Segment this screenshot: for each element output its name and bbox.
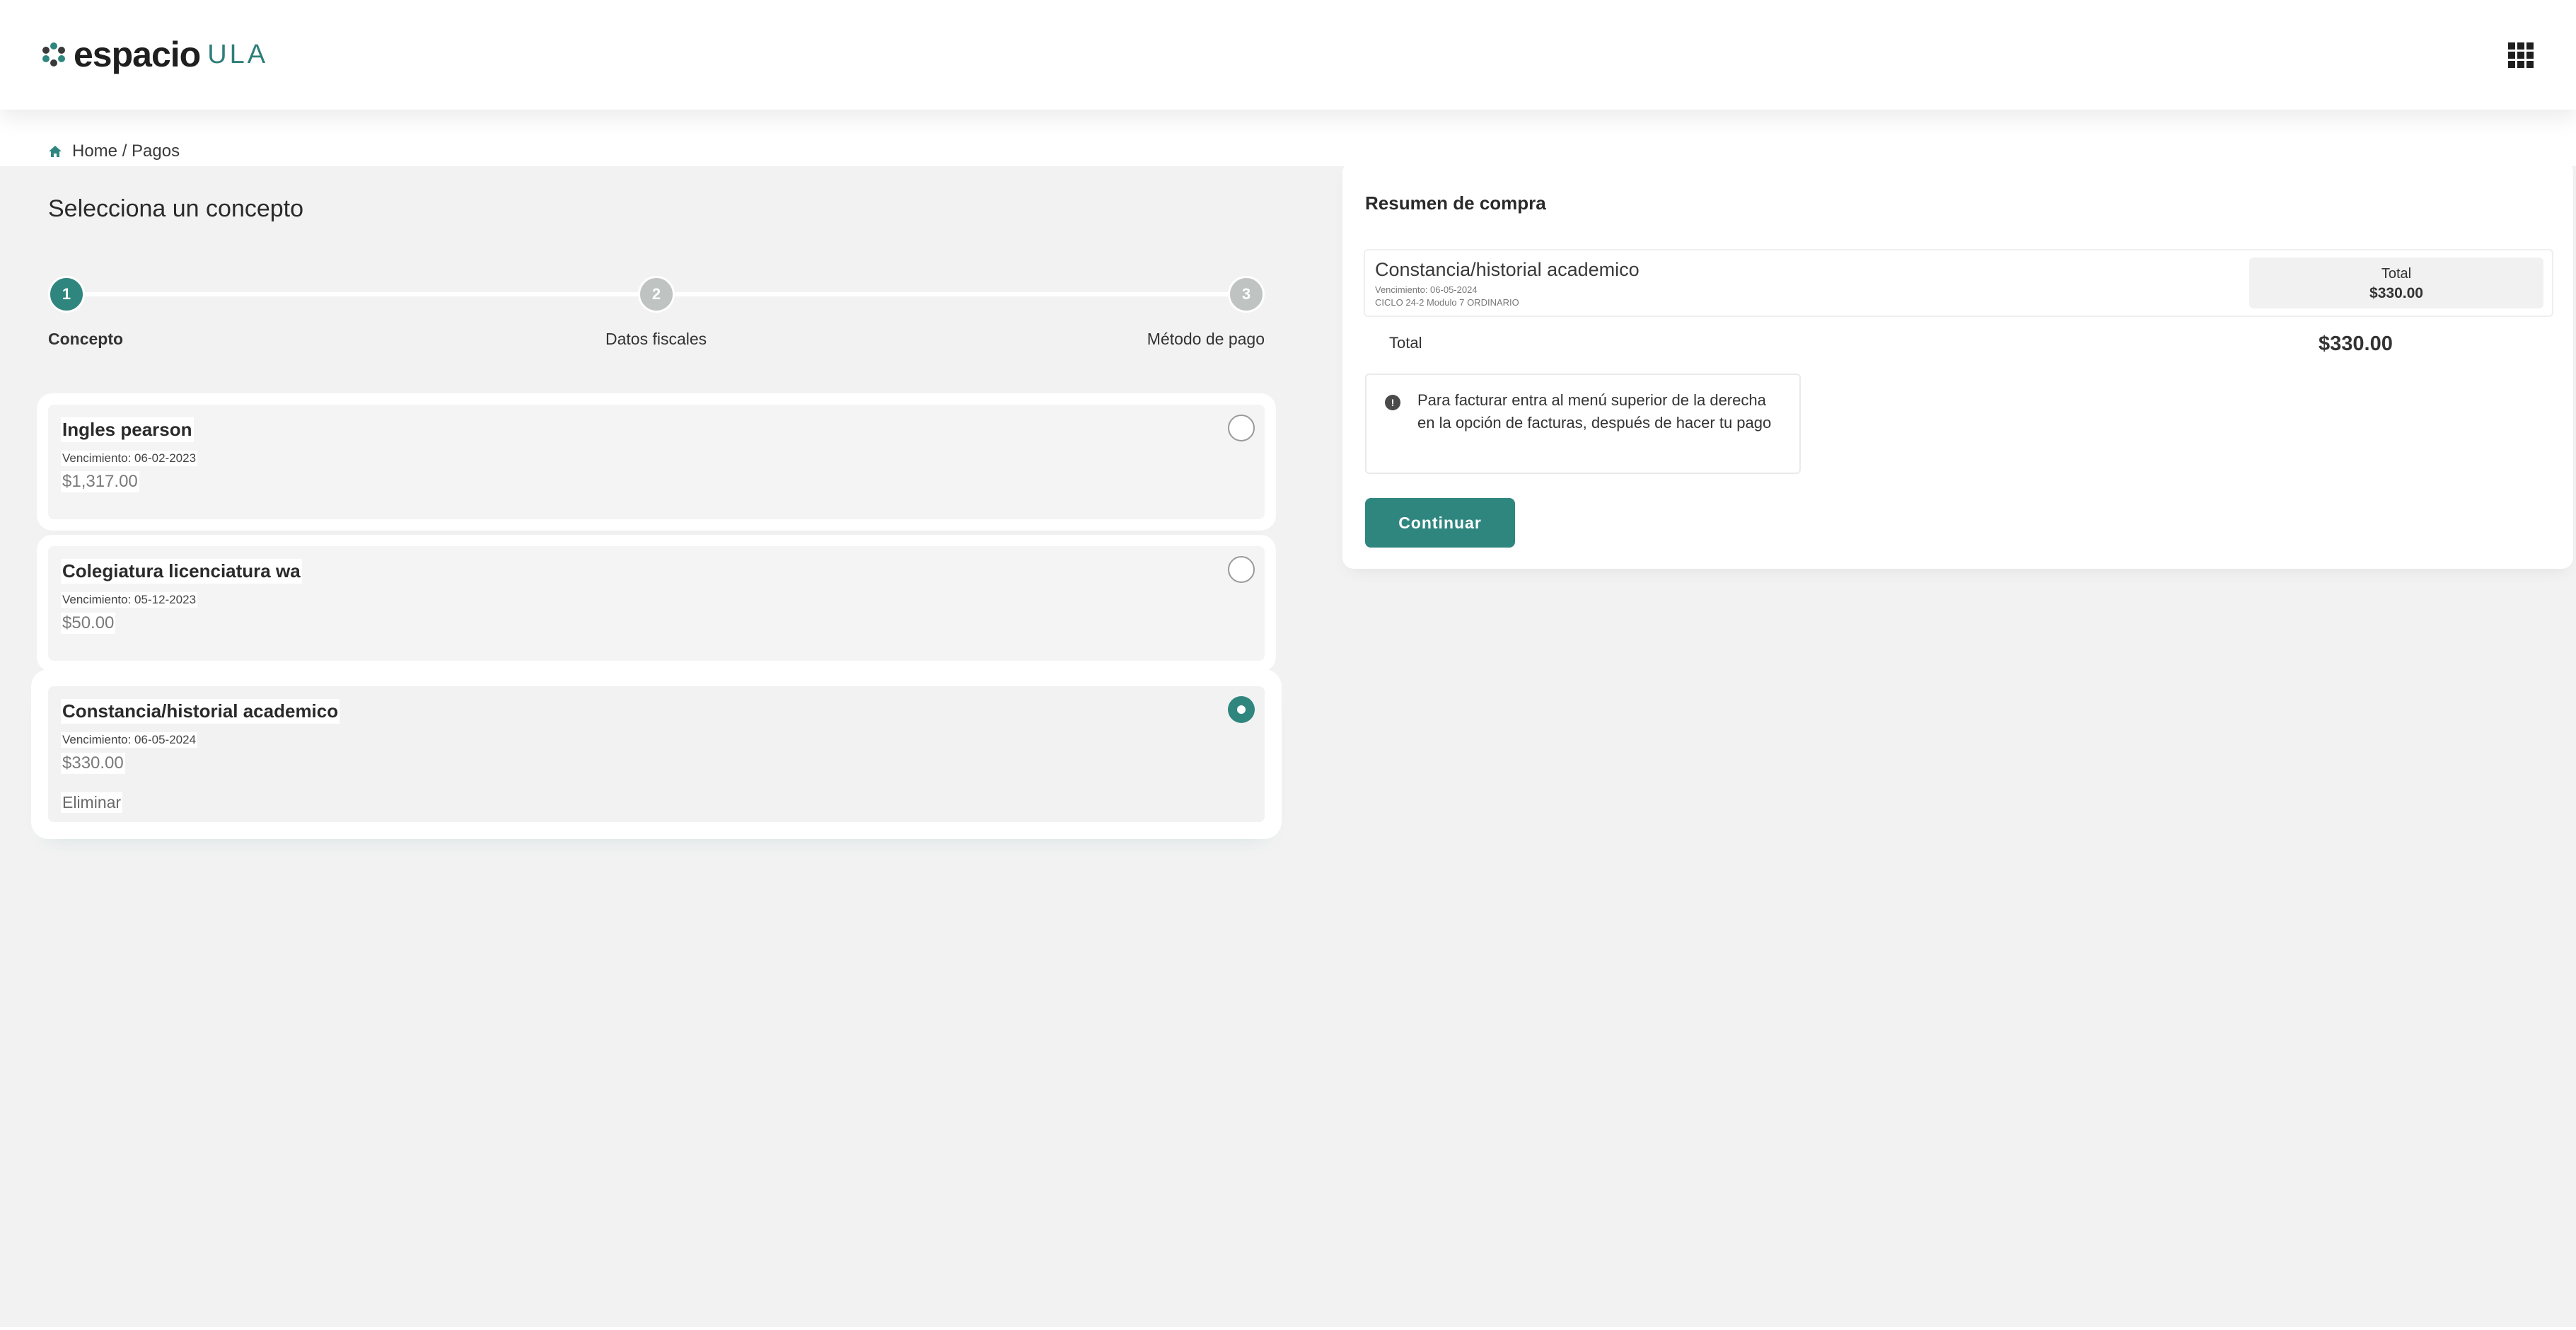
concept-amount: $1,317.00 [61, 471, 139, 492]
step-3-circle: 3 [1228, 276, 1265, 313]
summary-total-value: $330.00 [2319, 332, 2393, 355]
concept-due-date: Vencimiento: 06-02-2023 [61, 451, 198, 466]
concept-radio[interactable] [1228, 556, 1255, 583]
summary-item-due: Vencimiento: 06-05-2024 [1375, 284, 1478, 295]
page-title: Selecciona un concepto [48, 195, 304, 222]
breadcrumb: Home / Pagos [48, 141, 180, 161]
concept-card-colegiatura[interactable]: Colegiatura licenciatura wa Vencimiento:… [48, 546, 1265, 661]
apps-grid-icon[interactable] [2508, 42, 2534, 68]
step-1-label: Concepto [48, 330, 124, 348]
concept-title: Constancia/historial academico [61, 699, 340, 724]
summary-item-cycle: CICLO 24-2 Modulo 7 ORDINARIO [1375, 297, 1519, 308]
concept-title: Colegiatura licenciatura wa [61, 559, 302, 584]
concept-radio[interactable] [1228, 415, 1255, 441]
breadcrumb-strip [0, 110, 2576, 166]
concept-amount: $50.00 [61, 613, 116, 634]
breadcrumb-text[interactable]: Home / Pagos [72, 141, 180, 161]
step-2-circle: 2 [638, 276, 675, 313]
concept-card-constancia[interactable]: Constancia/historial academico Vencimien… [48, 686, 1265, 822]
summary-item: Constancia/historial academico Vencimien… [1364, 249, 2553, 317]
concept-radio-selected[interactable] [1228, 696, 1255, 723]
invoice-info-box: ! Para facturar entra al menú superior d… [1365, 374, 1801, 474]
concept-amount: $330.00 [61, 753, 125, 774]
logo[interactable]: espacio ULA [40, 34, 268, 75]
purchase-summary-panel: Resumen de compra Constancia/historial a… [1348, 167, 2568, 563]
home-icon[interactable] [48, 144, 62, 158]
step-1-circle: 1 [48, 276, 85, 313]
logo-word: espacio [74, 35, 201, 74]
stepper: 1 2 3 Concepto Datos fiscales Método de … [48, 273, 1265, 358]
summary-item-name: Constancia/historial academico [1375, 259, 1640, 280]
step-3-label: Método de pago [1147, 330, 1265, 348]
summary-item-total-label: Total [2381, 266, 2412, 282]
invoice-info-text: Para facturar entra al menú superior de … [1417, 391, 1772, 432]
top-bar: espacio ULA [0, 0, 2576, 110]
step-2-label: Datos fiscales [605, 330, 707, 348]
concept-title: Ingles pearson [61, 417, 194, 442]
logo-sub: ULA [207, 39, 269, 69]
continue-button[interactable]: Continuar [1365, 498, 1515, 548]
espacio-logo-icon [42, 42, 65, 66]
summary-item-total-box: Total $330.00 [2249, 258, 2543, 308]
summary-title: Resumen de compra [1365, 192, 1546, 214]
info-icon: ! [1385, 395, 1400, 410]
remove-link[interactable]: Eliminar [61, 792, 123, 813]
bottom-edge [0, 1327, 2576, 1330]
concept-due-date: Vencimiento: 06-05-2024 [61, 732, 198, 748]
summary-item-total-value: $330.00 [2369, 285, 2423, 301]
concept-card-ingles-pearson[interactable]: Ingles pearson Vencimiento: 06-02-2023 $… [48, 405, 1265, 519]
concept-due-date: Vencimiento: 05-12-2023 [61, 592, 198, 608]
summary-total-label: Total [1389, 334, 1422, 352]
